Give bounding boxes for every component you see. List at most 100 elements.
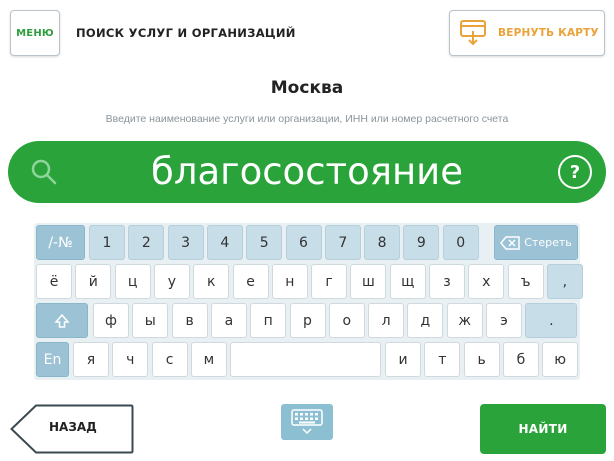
digit-key-label: 3 — [181, 234, 191, 251]
letter-key[interactable]: ъ — [507, 264, 544, 299]
digit-key[interactable]: 2 — [128, 225, 165, 260]
letter-key-label: т — [438, 351, 447, 368]
letter-key[interactable]: ю — [542, 342, 579, 377]
digit-key-label: 1 — [102, 234, 112, 251]
letter-key[interactable]: ь — [463, 342, 500, 377]
letter-key[interactable]: . — [525, 303, 578, 338]
letter-key[interactable]: ы — [132, 303, 169, 338]
letter-key-label: у — [167, 273, 177, 290]
letter-key[interactable]: и — [385, 342, 421, 377]
letter-key[interactable]: о — [328, 303, 365, 338]
letter-key[interactable]: е — [232, 264, 269, 299]
letter-key[interactable]: я — [73, 342, 109, 377]
search-input[interactable]: благосостояние ? — [8, 141, 606, 203]
letter-key[interactable]: э — [486, 303, 522, 338]
search-hint: Введите наименование услуги или организа… — [105, 113, 509, 125]
letter-key[interactable]: п — [250, 303, 287, 338]
letter-key-label: к — [206, 273, 216, 290]
letter-key-label: й — [88, 273, 98, 290]
digit-key[interactable]: 4 — [206, 225, 243, 260]
digit-key-label: 0 — [456, 234, 466, 251]
letter-key[interactable]: к — [193, 264, 230, 299]
letter-key[interactable]: ф — [93, 303, 129, 338]
on-screen-keyboard: /-№ 1 2 3 4 5 6 7 8 9 0 Стереть ё й ц у к е н г ш щ з х ъ, ф ы в… — [34, 223, 583, 380]
letter-key[interactable]: н — [271, 264, 308, 299]
letter-key-label: ё — [49, 273, 59, 290]
digit-key[interactable]: 1 — [89, 225, 125, 260]
letter-key[interactable]: б — [502, 342, 539, 377]
letter-key[interactable]: щ — [389, 264, 426, 299]
letter-key-label: е — [246, 273, 255, 290]
digit-key[interactable]: 0 — [442, 225, 479, 260]
erase-key-label: Стереть — [524, 236, 572, 249]
letter-key[interactable]: й — [75, 264, 112, 299]
help-icon[interactable]: ? — [558, 155, 592, 189]
letter-key-label: ъ — [520, 273, 531, 290]
shift-icon — [54, 313, 70, 328]
letter-key[interactable]: х — [468, 264, 505, 299]
erase-key[interactable]: Стереть — [494, 225, 578, 260]
menu-button[interactable]: МЕНЮ — [10, 10, 60, 56]
letter-key[interactable]: с — [151, 342, 188, 377]
language-key[interactable]: En — [36, 342, 69, 377]
city-title: Москва — [270, 78, 344, 98]
letter-key[interactable]: в — [171, 303, 208, 338]
letter-key-label: м — [203, 351, 215, 368]
letter-key[interactable]: д — [407, 303, 444, 338]
digit-key[interactable]: 8 — [364, 225, 401, 260]
letter-key[interactable]: ё — [36, 264, 72, 299]
letter-key[interactable]: а — [210, 303, 247, 338]
digit-key[interactable]: 6 — [285, 225, 322, 260]
shift-key[interactable] — [36, 303, 88, 338]
letter-key-label: э — [500, 312, 508, 329]
letter-key-label: з — [443, 273, 451, 290]
letter-key[interactable]: ц — [114, 264, 151, 299]
return-card-label: ВЕРНУТЬ КАРТУ — [498, 27, 599, 39]
find-button-label: НАЙТИ — [518, 422, 568, 436]
digit-key[interactable]: 9 — [403, 225, 440, 260]
letter-key-label: ы — [144, 312, 156, 329]
digit-key[interactable]: 7 — [324, 225, 361, 260]
letter-key-label: г — [325, 273, 333, 290]
letter-key-label: х — [482, 273, 491, 290]
return-card-button[interactable]: ВЕРНУТЬ КАРТУ — [449, 10, 605, 56]
letter-key-label: о — [342, 312, 352, 329]
letter-key[interactable]: ж — [446, 303, 483, 338]
space-key[interactable] — [230, 342, 381, 377]
find-button[interactable]: НАЙТИ — [480, 404, 606, 454]
keyboard-icon — [291, 409, 323, 435]
letter-key[interactable]: р — [289, 303, 326, 338]
keyboard-toggle-button[interactable] — [281, 404, 333, 440]
letter-key-label: , — [562, 273, 568, 290]
digit-key-label: 6 — [299, 234, 308, 251]
letter-key[interactable]: , — [546, 264, 583, 299]
letter-key-label: ь — [477, 351, 486, 368]
letter-key[interactable]: ш — [350, 264, 387, 299]
letter-key-label: с — [165, 351, 174, 368]
digit-key[interactable]: 3 — [167, 225, 204, 260]
language-key-label: En — [43, 351, 62, 368]
letter-key-label: ф — [105, 312, 117, 329]
letter-key[interactable]: г — [311, 264, 348, 299]
letter-key-label: д — [420, 312, 431, 329]
digit-key[interactable]: 5 — [246, 225, 283, 260]
digit-key-label: 9 — [416, 234, 426, 251]
back-button-label: НАЗАД — [49, 420, 97, 434]
letter-key[interactable]: ч — [112, 342, 149, 377]
letter-key[interactable]: т — [424, 342, 461, 377]
letter-key-label: п — [263, 312, 273, 329]
letter-key[interactable]: м — [190, 342, 227, 377]
letter-key-label: щ — [401, 273, 415, 290]
letter-key[interactable]: у — [153, 264, 190, 299]
symbols-key[interactable]: /-№ — [36, 225, 85, 260]
digit-key-label: 4 — [220, 234, 230, 251]
letter-key-label: . — [549, 312, 554, 329]
letter-key-label: в — [185, 312, 194, 329]
card-return-icon — [460, 20, 486, 46]
letter-key-label: ш — [361, 273, 375, 290]
letter-key-label: ю — [554, 351, 567, 368]
letter-key[interactable]: з — [429, 264, 465, 299]
letter-key-label: я — [86, 351, 96, 368]
letter-key[interactable]: л — [368, 303, 405, 338]
letter-key-label: л — [381, 312, 391, 329]
